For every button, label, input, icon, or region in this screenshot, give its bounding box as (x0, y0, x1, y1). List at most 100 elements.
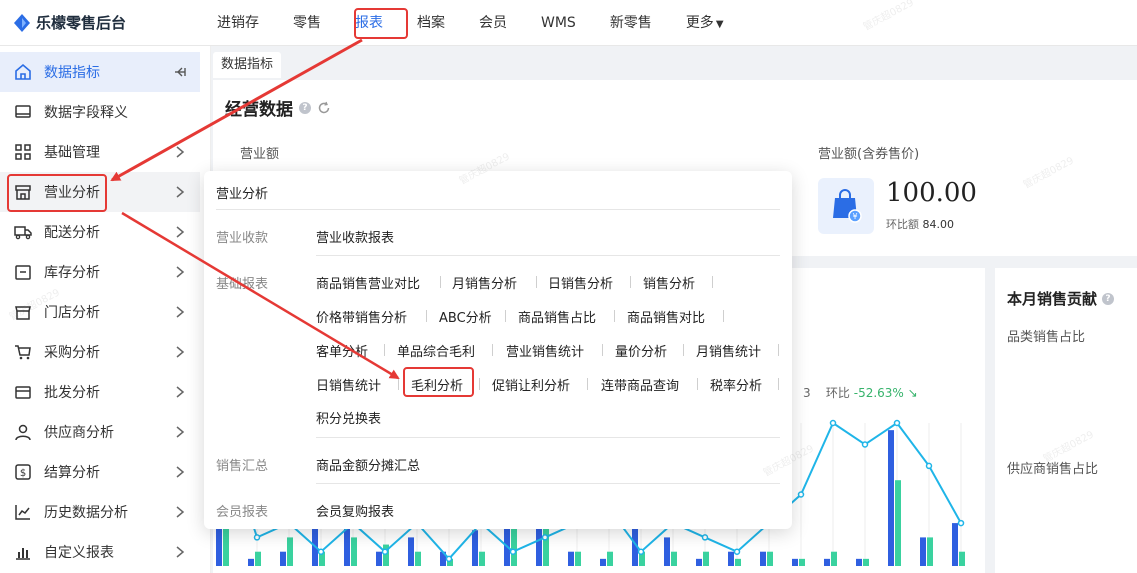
collapse-sidebar-icon[interactable] (173, 65, 187, 79)
flyout-link[interactable]: 单品综合毛利 (397, 341, 475, 360)
tab-bar: 数据指标 (211, 46, 1137, 78)
sidebar-item-label: 自定义报表 (44, 545, 114, 561)
sidebar-item-label: 批发分析 (44, 385, 100, 401)
flyout-link[interactable]: 连带商品查询 (601, 375, 679, 394)
chevron-right-icon (176, 546, 185, 558)
sidebar-item-delivery-analysis[interactable]: 配送分析 (0, 212, 211, 252)
sidebar-item-label: 供应商分析 (44, 425, 114, 441)
sidebar-item-history-analysis[interactable]: 历史数据分析 (0, 492, 211, 532)
flyout-link[interactable]: ABC分析 (439, 307, 492, 326)
separator (712, 276, 713, 288)
separator (723, 310, 724, 322)
line-point (957, 519, 965, 527)
sidebar-item-basic-management[interactable]: 基础管理 (0, 132, 211, 172)
flyout-link[interactable]: 销售分析 (643, 273, 695, 292)
flyout-link[interactable]: 日销售统计 (316, 375, 381, 394)
flyout-link[interactable]: 商品金额分摊汇总 (316, 455, 420, 474)
separator (614, 310, 615, 322)
separator (697, 378, 698, 390)
monitor-icon (15, 105, 31, 118)
bar-blue (600, 558, 606, 566)
flyout-link[interactable]: 营业收款报表 (316, 227, 394, 246)
tab-data-metrics[interactable]: 数据指标 (213, 52, 282, 78)
flyout-link[interactable]: 量价分析 (615, 341, 667, 360)
flyout-link[interactable]: 会员复购报表 (316, 501, 394, 520)
sidebar-item-purchase-analysis[interactable]: 采购分析 (0, 332, 211, 372)
inventory-icon (15, 265, 31, 280)
divider (316, 255, 780, 256)
flyout-link[interactable]: 价格带销售分析 (316, 307, 407, 326)
line-point (445, 555, 453, 563)
help-icon[interactable]: ? (1102, 292, 1115, 305)
line-point (893, 419, 901, 427)
flyout-link[interactable]: 商品销售营业对比 (316, 273, 420, 292)
flyout-link[interactable]: 月销售分析 (452, 273, 517, 292)
bar-blue (952, 523, 958, 566)
nav-wms[interactable]: WMS (524, 0, 593, 46)
nav-jxc[interactable]: 进销存 (200, 0, 276, 46)
highlight-business-analysis (7, 174, 107, 212)
nav-more[interactable]: 更多 ▼ (669, 0, 741, 46)
nav-archive[interactable]: 档案 (400, 0, 462, 46)
flyout-link[interactable]: 商品销售对比 (627, 307, 705, 326)
separator (426, 310, 427, 322)
cart-icon (15, 345, 31, 360)
chevron-right-icon (176, 386, 185, 398)
monthly-contribution-title: 本月销售贡献 ? (1007, 288, 1115, 309)
flyout-link[interactable]: 营业销售统计 (506, 341, 584, 360)
flyout-link[interactable]: 客单分析 (316, 341, 368, 360)
highlight-reports-nav (354, 8, 408, 39)
sidebar-item-label: 库存分析 (44, 265, 100, 281)
sidebar-item-settlement-analysis[interactable]: $ 结算分析 (0, 452, 211, 492)
refresh-icon[interactable] (317, 101, 331, 115)
sidebar-item-inventory-analysis[interactable]: 库存分析 (0, 252, 211, 292)
app-title: 乐檬零售后台 (36, 14, 127, 32)
user-icon (15, 424, 31, 441)
sidebar-item-custom-reports[interactable]: 自定义报表 (0, 532, 211, 572)
line-point (317, 548, 325, 555)
bar-blue (408, 537, 414, 566)
line-point (509, 548, 517, 555)
help-icon[interactable]: ? (299, 101, 311, 114)
bar-green (351, 537, 357, 566)
highlight-gross-profit (403, 367, 474, 397)
sidebar-item-label: 数据字段释义 (44, 105, 128, 121)
flyout-link[interactable]: 月销售统计 (696, 341, 761, 360)
flyout-link[interactable]: 商品销售占比 (518, 307, 596, 326)
flyout-category: 销售汇总 (216, 459, 269, 474)
revenue-with-coupon-value: 100.00 (886, 178, 977, 208)
chevron-right-icon (176, 426, 185, 438)
flyout-title: 营业分析 (216, 187, 269, 202)
sidebar-item-label: 配送分析 (44, 225, 100, 241)
nav-new-retail[interactable]: 新零售 (593, 0, 669, 46)
bar-green (831, 551, 837, 566)
line-point (637, 548, 645, 555)
chevron-right-icon (176, 266, 185, 278)
line-point (829, 419, 837, 427)
app-logo[interactable]: 乐檬零售后台 (14, 12, 126, 33)
chevron-right-icon (176, 466, 185, 478)
dollar-icon: $ (15, 464, 31, 480)
bar-blue (568, 551, 574, 566)
flyout-link[interactable]: 积分兑换表 (316, 408, 381, 427)
revenue-label: 营业额 (240, 147, 280, 162)
sidebar-item-supplier-analysis[interactable]: 供应商分析 (0, 412, 211, 452)
sidebar-item-wholesale-analysis[interactable]: 批发分析 (0, 372, 211, 412)
flyout-link[interactable]: 日销售分析 (548, 273, 613, 292)
sidebar-item-data-metrics[interactable]: 数据指标 (0, 52, 200, 92)
flyout-link[interactable]: 税率分析 (710, 375, 762, 394)
nav-member[interactable]: 会员 (462, 0, 524, 46)
separator (492, 344, 493, 356)
sidebar-item-field-definitions[interactable]: 数据字段释义 (0, 92, 211, 132)
flyout-link[interactable]: 促销让利分析 (492, 375, 570, 394)
bar-blue (856, 558, 862, 566)
separator (587, 378, 588, 390)
wallet-icon (15, 386, 31, 399)
chevron-right-icon (176, 146, 185, 158)
line-point (733, 548, 741, 555)
nav-retail[interactable]: 零售 (276, 0, 338, 46)
bar-chart-icon (16, 548, 30, 560)
bar-green (799, 558, 805, 566)
separator (479, 378, 480, 390)
svg-text:¥: ¥ (852, 212, 857, 221)
